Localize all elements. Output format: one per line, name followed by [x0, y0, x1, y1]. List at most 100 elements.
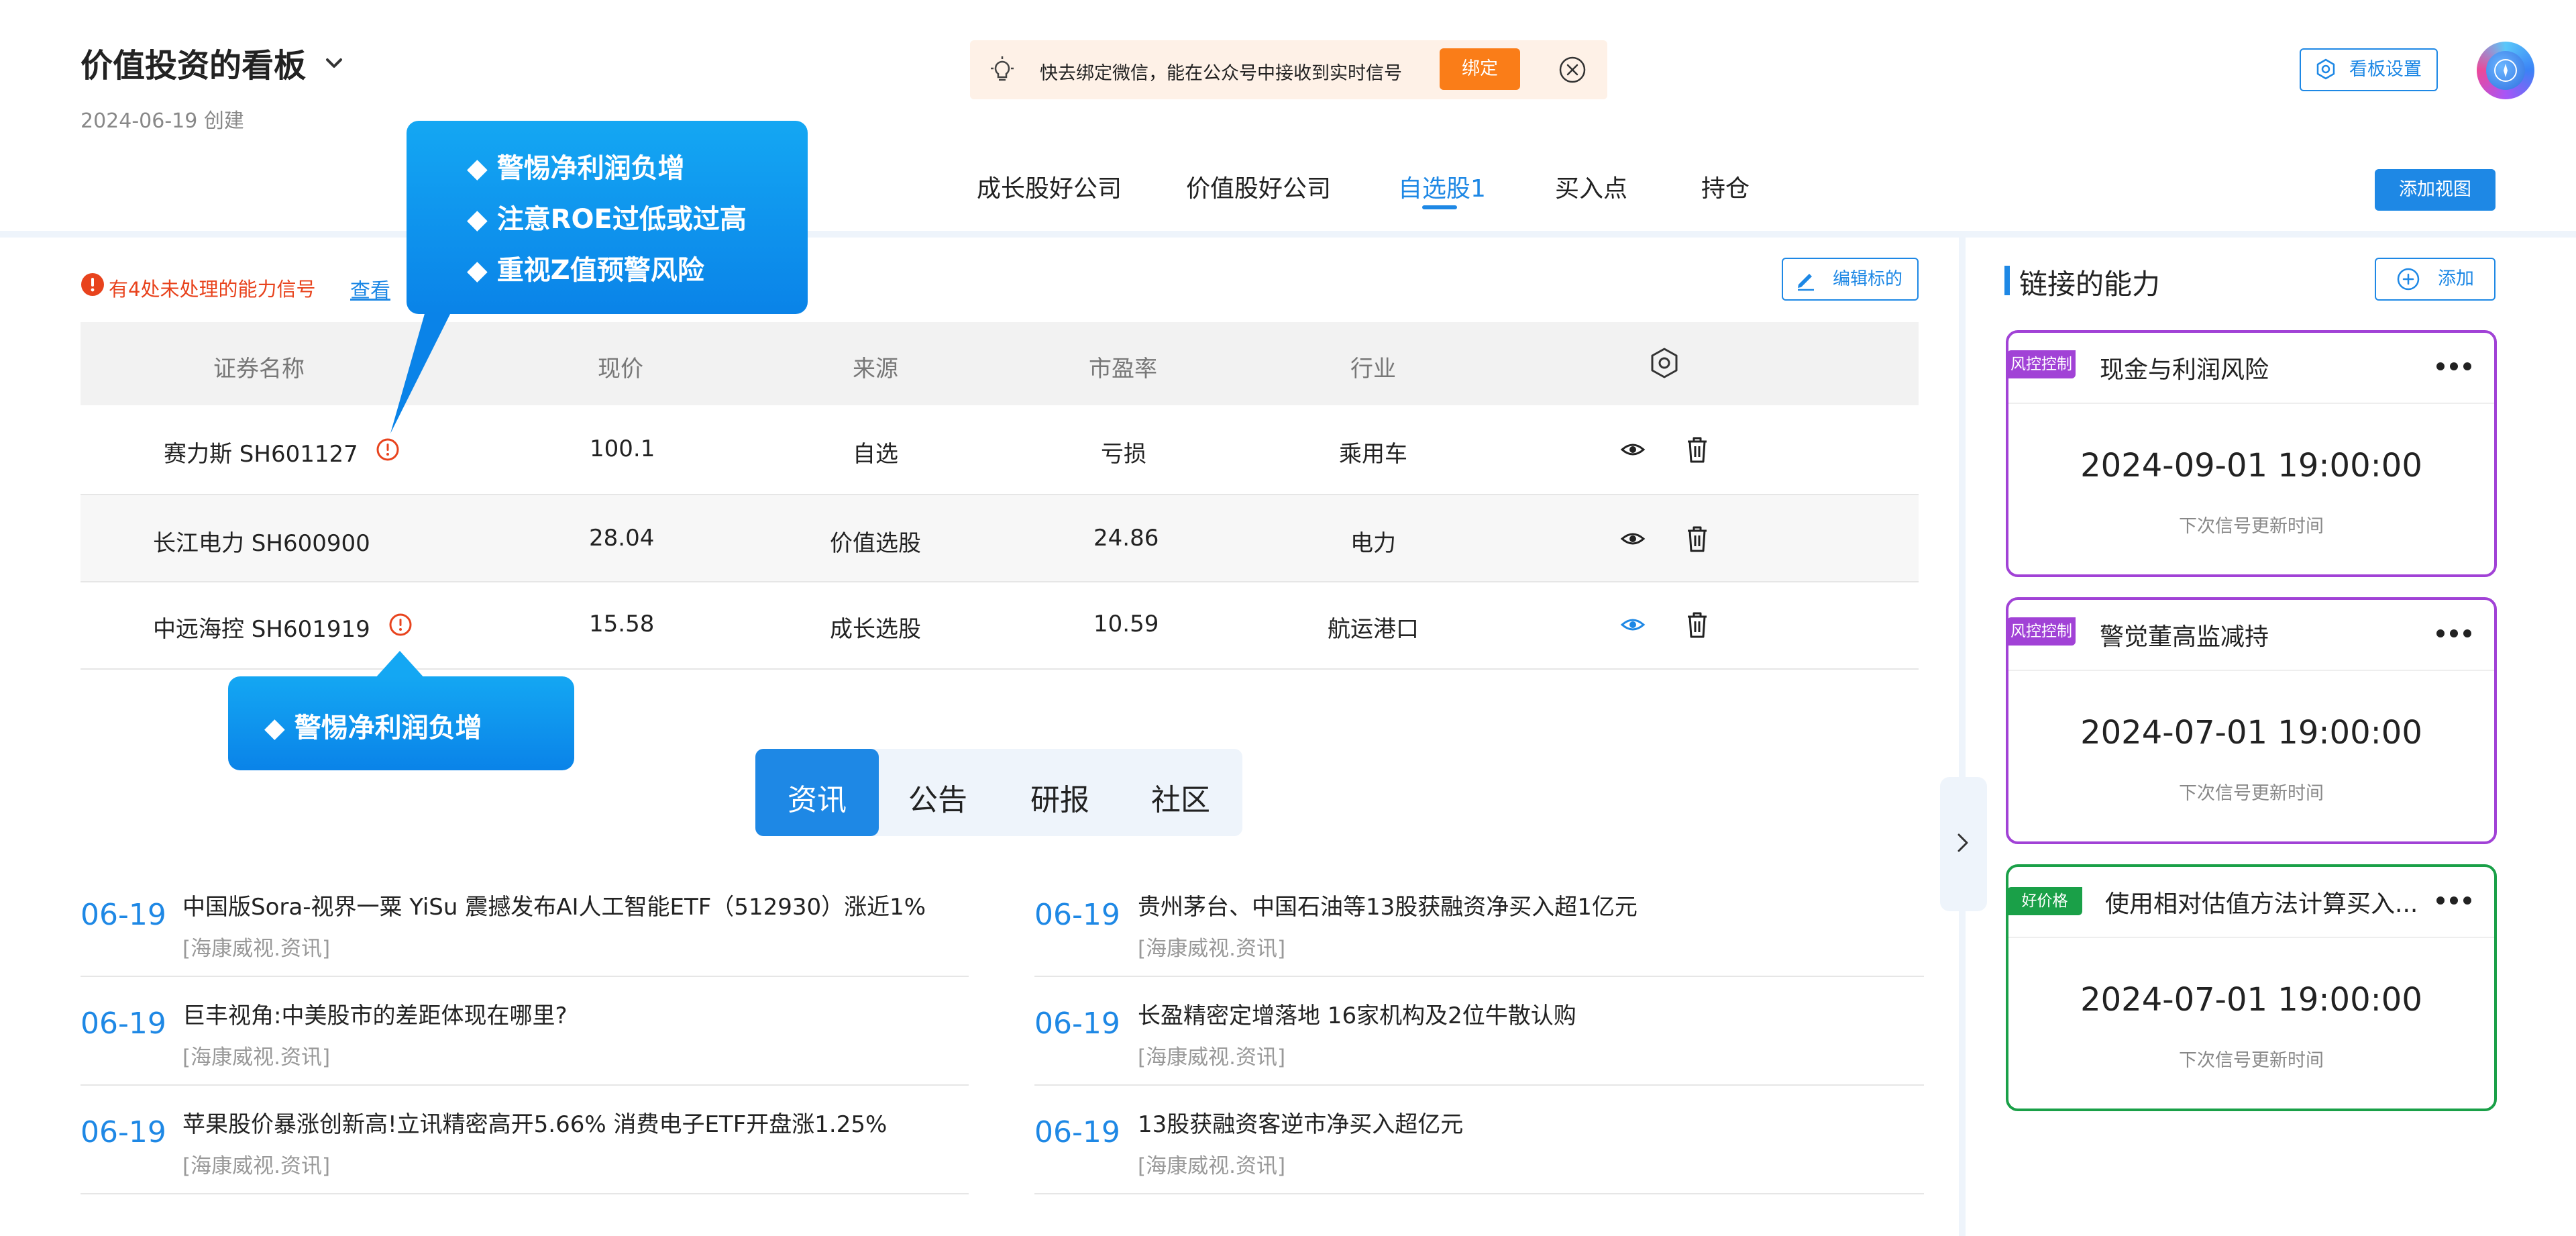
tab-news[interactable]: 资讯	[788, 776, 847, 819]
eye-icon[interactable]	[1619, 525, 1646, 552]
tooltip-pointer	[382, 302, 476, 436]
news-divider	[80, 1084, 969, 1086]
ability-badge: 风控控制	[2007, 617, 2076, 646]
card-divider	[2008, 937, 2494, 938]
tab-value-good-companies[interactable]: 价值股好公司	[1186, 169, 1331, 204]
industry: 航运港口	[1328, 616, 1419, 643]
avatar-compass-icon	[2486, 51, 2525, 90]
pe-ratio: 24.86	[1093, 525, 1159, 552]
eye-icon[interactable]	[1619, 436, 1646, 463]
tab-research[interactable]: 研报	[1030, 776, 1089, 819]
header-divider	[0, 231, 2576, 238]
card-divider	[2008, 403, 2494, 404]
tooltip-pointer	[374, 651, 425, 679]
tab-holdings[interactable]: 持仓	[1701, 169, 1750, 204]
more-options-icon[interactable]	[2434, 894, 2474, 907]
alert-icon	[80, 272, 105, 297]
tooltip-item-text: 警惕净利润负增	[294, 713, 482, 743]
news-title[interactable]: 贵州茅台、中国石油等13股获融资净买入超1亿元	[1138, 888, 1638, 921]
news-title[interactable]: 长盈精密定增落地 16家机构及2位牛散认购	[1138, 997, 1576, 1030]
linked-abilities-title: 链接的能力	[2019, 268, 2161, 301]
security-name[interactable]: 赛力斯 SH601127	[164, 435, 358, 468]
news-source: [海康威视.资讯]	[1138, 937, 1286, 961]
view-signals-link[interactable]: 查看	[350, 274, 390, 303]
pe-ratio: 10.59	[1093, 611, 1159, 637]
column-header-industry: 行业	[1350, 356, 1396, 382]
edit-pencil-icon	[1794, 267, 1818, 291]
news-source: [海康威视.资讯]	[182, 937, 331, 961]
news-divider	[1034, 1084, 1924, 1086]
add-view-button[interactable]: 添加视图	[2375, 169, 2496, 211]
add-ability-button[interactable]: 添加	[2375, 258, 2496, 301]
news-source: [海康威视.资讯]	[182, 1045, 331, 1070]
news-title[interactable]: 巨丰视角:中美股市的差距体现在哪里?	[182, 997, 568, 1030]
tooltip-item-text: 警惕净利润负增	[496, 153, 685, 184]
close-icon[interactable]	[1558, 55, 1587, 85]
news-source: [海康威视.资讯]	[1138, 1154, 1286, 1178]
column-header-price: 现价	[598, 356, 643, 382]
news-date: 06-19	[1034, 898, 1120, 932]
security-name[interactable]: 长江电力 SH600900	[153, 525, 370, 558]
section-marker	[2004, 266, 2010, 295]
bind-wechat-button[interactable]: 绑定	[1440, 48, 1520, 90]
warning-circle-icon[interactable]	[387, 611, 414, 638]
news-title[interactable]: 苹果股价暴涨创新高!立讯精密高开5.66% 消费电子ETF开盘涨1.25%	[182, 1106, 887, 1139]
ability-badge: 好价格	[2007, 887, 2082, 915]
next-update-time: 2024-07-01 19:00:00	[2080, 981, 2422, 1019]
board-switch-chevron-down-icon[interactable]	[321, 50, 347, 76]
news-title[interactable]: 中国版Sora-视界一粟 YiSu 震撼发布AI人工智能ETF（512930）涨…	[182, 888, 926, 921]
trash-icon[interactable]	[1684, 524, 1711, 552]
column-header-pe: 市盈率	[1089, 356, 1157, 382]
chevron-right-icon[interactable]	[1949, 829, 1976, 856]
tooltip-item-text: 重视Z值预警风险	[496, 255, 704, 286]
table-header	[80, 322, 1919, 405]
tooltip-item: ◆ 警惕净利润负增	[264, 713, 482, 743]
news-date: 06-19	[1034, 1007, 1120, 1041]
industry: 电力	[1350, 530, 1396, 557]
row-divider	[80, 668, 1919, 670]
news-date: 06-19	[80, 1115, 166, 1149]
news-title[interactable]: 13股获融资客逆市净买入超亿元	[1138, 1106, 1463, 1139]
column-header-name: 证券名称	[213, 356, 305, 382]
news-date: 06-19	[80, 898, 166, 932]
tab-buy-points[interactable]: 买入点	[1555, 169, 1627, 204]
news-divider	[1034, 976, 1924, 977]
tab-watchlist-1[interactable]: 自选股1	[1398, 169, 1486, 204]
source: 成长选股	[830, 616, 921, 643]
next-update-label: 下次信号更新时间	[2179, 783, 2324, 804]
next-update-time: 2024-07-01 19:00:00	[2080, 714, 2422, 752]
news-date: 06-19	[1034, 1115, 1120, 1149]
tooltip-item: ◆ 警惕净利润负增	[467, 153, 685, 184]
news-divider	[1034, 1193, 1924, 1194]
tab-announcements[interactable]: 公告	[908, 776, 967, 819]
trash-icon[interactable]	[1684, 435, 1711, 463]
column-settings-gear-icon[interactable]	[1648, 346, 1681, 380]
column-header-source: 来源	[853, 356, 898, 382]
tooltip-item-text: 注意ROE过低或过高	[496, 204, 747, 235]
unhandled-signals-text: 有4处未处理的能力信号	[109, 278, 316, 301]
ability-title: 使用相对估值方法计算买入...	[2105, 890, 2418, 918]
tab-growth-good-companies[interactable]: 成长股好公司	[977, 169, 1122, 204]
price: 28.04	[589, 525, 655, 552]
eye-icon[interactable]	[1619, 611, 1646, 638]
news-divider	[80, 1193, 969, 1194]
news-source: [海康威视.资讯]	[1138, 1045, 1286, 1070]
card-divider	[2008, 670, 2494, 671]
more-options-icon[interactable]	[2434, 627, 2474, 640]
source: 价值选股	[830, 530, 921, 557]
gear-icon	[2314, 58, 2337, 81]
news-date: 06-19	[80, 1007, 166, 1041]
security-name[interactable]: 中远海控 SH601919	[153, 611, 370, 643]
plus-circle-icon	[2396, 267, 2420, 291]
ability-title: 警觉董高监减持	[2100, 623, 2269, 651]
trash-icon[interactable]	[1684, 610, 1711, 638]
active-tab-indicator	[1422, 205, 1457, 209]
page-title: 价值投资的看板	[80, 47, 307, 85]
industry: 乘用车	[1339, 441, 1407, 468]
tab-community[interactable]: 社区	[1151, 776, 1210, 819]
more-options-icon[interactable]	[2434, 360, 2474, 373]
lightbulb-icon	[987, 55, 1017, 85]
tooltip-item: ◆ 重视Z值预警风险	[467, 255, 704, 286]
price: 100.1	[590, 435, 655, 462]
warning-circle-icon[interactable]	[374, 436, 401, 463]
